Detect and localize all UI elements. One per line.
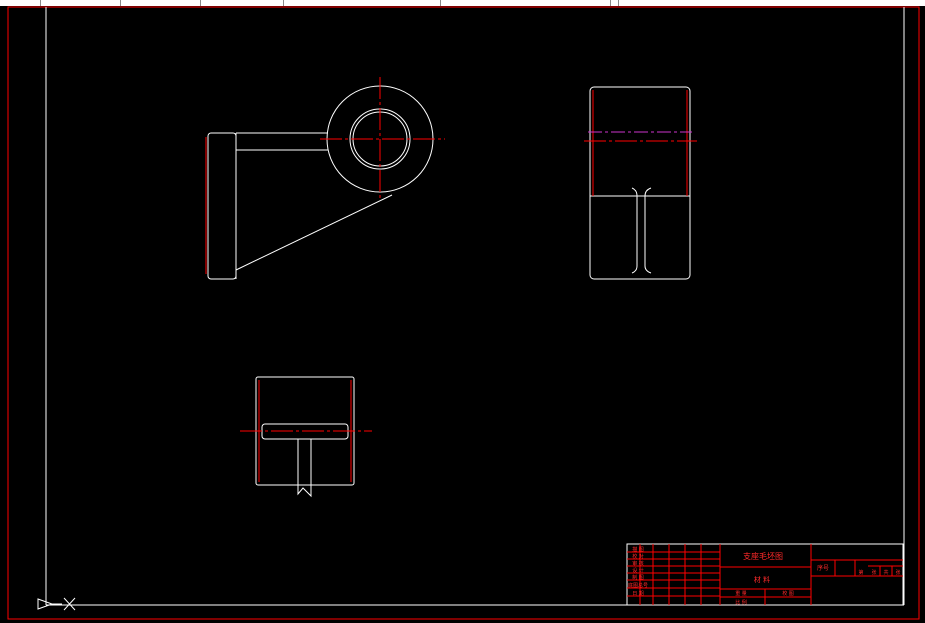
- material-label: 材 料: [754, 575, 770, 584]
- sheet-cell: 共: [883, 569, 888, 576]
- drawing-canvas[interactable]: 支座毛坯图 材 料 比 例 重 量 校 图 序号 第 张 共 张 描 图 校 对…: [0, 0, 925, 623]
- weight-label: 重 量: [735, 590, 747, 597]
- side-view: [584, 86, 697, 280]
- top-view: [240, 376, 372, 498]
- title-block-row: 审 核: [632, 560, 644, 567]
- ratio-label: 比 例: [735, 599, 747, 606]
- title-block-row: 日 期: [632, 591, 644, 597]
- title-block-row: 描 图: [632, 546, 644, 553]
- sheet-cell: 张: [871, 569, 876, 576]
- title-block-row: 制 图: [632, 574, 644, 581]
- check-label: 校 图: [782, 590, 794, 597]
- drawing-frame: [7, 6, 920, 620]
- index-label: 序号: [817, 564, 829, 572]
- title-block-row: 校 对: [632, 553, 644, 560]
- title-block-row: 底图总号: [628, 582, 648, 589]
- cad-drawing: 支座毛坯图 材 料 比 例 重 量 校 图 序号 第 张 共 张 描 图 校 对…: [7, 6, 920, 620]
- title-block-row: 设 计: [632, 567, 644, 574]
- sheet-cell: 张: [895, 569, 900, 576]
- front-view: [205, 77, 445, 280]
- part-name: 支座毛坯图: [743, 551, 783, 561]
- ucs-axis-icon: [37, 597, 76, 611]
- sheet-cell: 第: [858, 569, 863, 576]
